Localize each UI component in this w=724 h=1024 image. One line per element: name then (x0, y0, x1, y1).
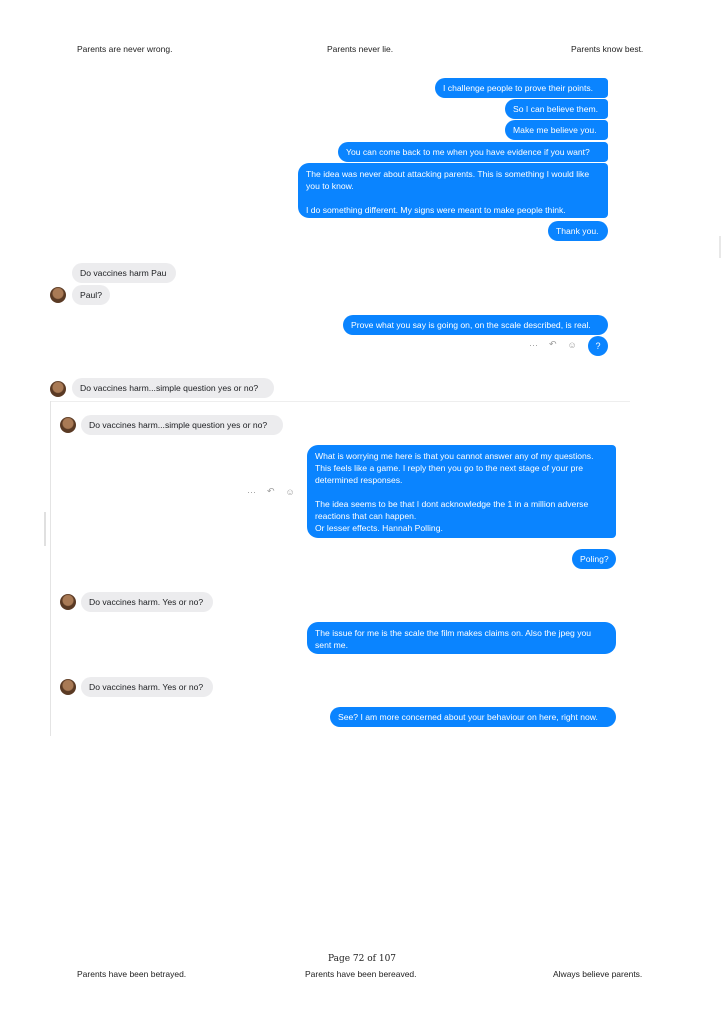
received-message[interactable]: Do vaccines harm. Yes or no? (81, 677, 213, 697)
footer-left-text: Parents have been betrayed. (77, 969, 187, 979)
sent-message[interactable]: Thank you. (548, 221, 608, 241)
reply-icon[interactable]: ↶ (549, 339, 557, 350)
reply-icon[interactable]: ↶ (267, 486, 275, 497)
page-number: Page 72 of 107 (327, 954, 397, 964)
thread-line (50, 401, 51, 736)
contact-avatar[interactable] (60, 417, 76, 433)
more-icon[interactable]: ··· (247, 487, 256, 497)
sent-message[interactable]: So I can believe them. (505, 99, 608, 119)
thread-divider (50, 401, 630, 402)
received-message[interactable]: Do vaccines harm...simple question yes o… (81, 415, 283, 435)
sent-message[interactable]: Poling? (572, 549, 616, 569)
sent-message[interactable]: See? I am more concerned about your beha… (330, 707, 616, 727)
contact-avatar[interactable] (60, 594, 76, 610)
footer-right-text: Always believe parents. (553, 969, 643, 979)
contact-avatar[interactable] (50, 381, 66, 397)
header-left-text: Parents are never wrong. (77, 44, 173, 54)
header-center-text: Parents never lie. (327, 44, 394, 54)
sent-message[interactable]: The issue for me is the scale the film m… (307, 622, 616, 654)
scrollbar[interactable] (44, 512, 46, 546)
received-message[interactable]: Paul? (72, 285, 110, 305)
header-right-text: Parents know best. (571, 44, 644, 54)
sent-message[interactable]: You can come back to me when you have ev… (338, 142, 608, 162)
footer-center-text: Parents have been bereaved. (305, 969, 417, 979)
received-message[interactable]: Do vaccines harm Pau (72, 263, 176, 283)
contact-avatar[interactable] (50, 287, 66, 303)
sent-message[interactable]: The idea was never about attacking paren… (298, 163, 608, 218)
sent-message[interactable]: ? (588, 336, 608, 356)
smiley-icon[interactable]: ☺ (568, 340, 577, 350)
sent-message[interactable]: I challenge people to prove their points… (435, 78, 608, 98)
contact-avatar[interactable] (60, 679, 76, 695)
more-icon[interactable]: ··· (529, 340, 538, 350)
message-actions: ··· ↶ ☺ (529, 339, 577, 350)
received-message[interactable]: Do vaccines harm...simple question yes o… (72, 378, 274, 398)
page-edge-mark (719, 236, 721, 258)
smiley-icon[interactable]: ☺ (286, 487, 295, 497)
sent-message[interactable]: What is worrying me here is that you can… (307, 445, 616, 538)
sent-message[interactable]: Prove what you say is going on, on the s… (343, 315, 608, 335)
sent-message[interactable]: Make me believe you. (505, 120, 608, 140)
received-message[interactable]: Do vaccines harm. Yes or no? (81, 592, 213, 612)
message-actions: ··· ↶ ☺ (247, 486, 295, 497)
